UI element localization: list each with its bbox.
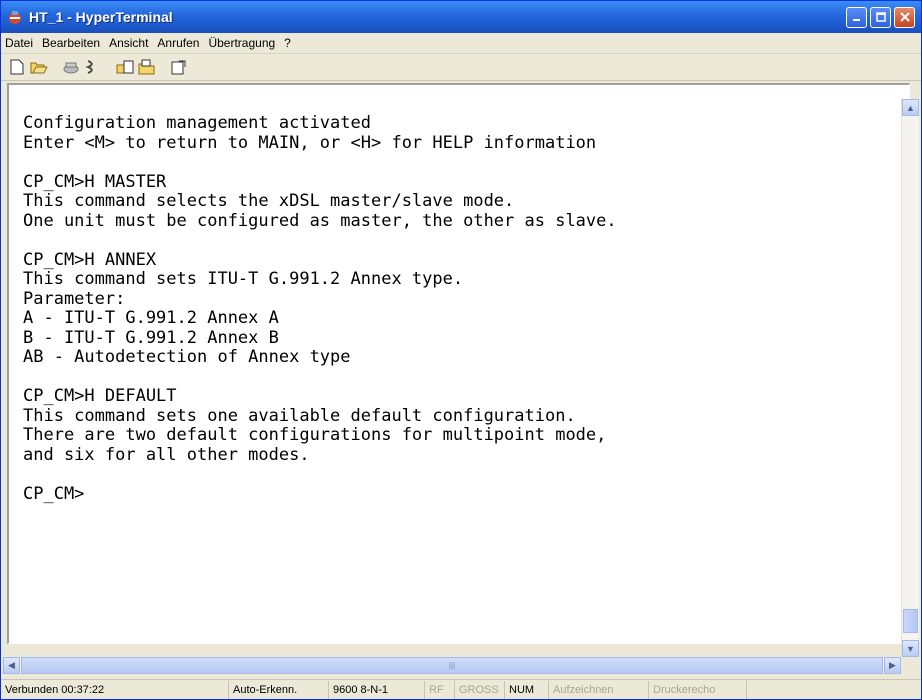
status-printecho: Druckerecho <box>649 681 747 699</box>
terminal-line: CP_CM>H MASTER <box>23 171 167 192</box>
status-bar: Verbunden 00:37:22 Auto-Erkenn. 9600 8-N… <box>1 679 921 700</box>
status-rf: RF <box>425 681 455 699</box>
status-num: NUM <box>505 681 549 699</box>
settings-icon[interactable] <box>169 57 189 77</box>
scroll-up-button[interactable]: ▲ <box>902 99 919 116</box>
open-icon[interactable] <box>29 57 49 77</box>
terminal-line: Parameter: <box>23 288 126 309</box>
window-title: HT_1 - HyperTerminal <box>29 9 173 25</box>
toolbar <box>1 54 921 81</box>
status-port: 9600 8-N-1 <box>329 681 425 699</box>
terminal-line: Enter <M> to return to MAIN, or <H> for … <box>23 132 597 153</box>
status-capture: Aufzeichnen <box>549 681 649 699</box>
menu-help[interactable]: ? <box>284 36 291 50</box>
terminal-line: There are two default configurations for… <box>23 425 607 445</box>
terminal-line: and six for all other modes. <box>23 444 310 465</box>
status-detect: Auto-Erkenn. <box>229 681 329 699</box>
terminal-line: AB - Autodetection of Annex type <box>23 347 351 367</box>
scroll-right-button[interactable]: ▶ <box>884 657 901 674</box>
vertical-scrollbar[interactable]: ▲ ▼ <box>901 99 919 657</box>
terminal-line: This command selects the xDSL master/sla… <box>23 191 515 211</box>
title-bar[interactable]: HT_1 - HyperTerminal <box>1 1 921 33</box>
scroll-down-button[interactable]: ▼ <box>902 640 919 657</box>
new-connection-icon[interactable] <box>7 57 27 77</box>
status-connected: Verbunden 00:37:22 <box>1 681 229 699</box>
terminal-line: This command sets one available default … <box>23 405 576 426</box>
properties-icon[interactable] <box>83 57 103 77</box>
menu-bearbeiten[interactable]: Bearbeiten <box>42 36 100 50</box>
terminal-screen[interactable]: Configuration management activated Enter … <box>23 113 893 634</box>
close-button[interactable] <box>894 6 915 28</box>
menu-bar: Datei Bearbeiten Ansicht Anrufen Übertra… <box>1 33 921 54</box>
menu-anrufen[interactable]: Anrufen <box>157 36 199 50</box>
menu-datei[interactable]: Datei <box>5 36 33 50</box>
menu-ansicht[interactable]: Ansicht <box>109 36 148 50</box>
terminal-line: A - ITU-T G.991.2 Annex A <box>23 308 279 328</box>
status-caps: GROSS <box>455 681 505 699</box>
terminal-line: This command sets ITU-T G.991.2 Annex ty… <box>23 269 464 289</box>
send-icon[interactable] <box>115 57 135 77</box>
terminal-line: CP_CM> <box>23 483 85 504</box>
terminal-line: Configuration management activated <box>23 113 371 133</box>
terminal-line: CP_CM>H ANNEX <box>23 249 157 270</box>
hyperterminal-window: HT_1 - HyperTerminal Datei Bearbeiten An… <box>0 0 922 700</box>
maximize-button[interactable] <box>870 6 891 28</box>
receive-icon[interactable] <box>137 57 157 77</box>
terminal-line: One unit must be configured as master, t… <box>23 210 617 231</box>
disconnect-icon[interactable] <box>61 57 81 77</box>
vertical-scroll-thumb[interactable] <box>903 609 918 633</box>
scroll-left-button[interactable]: ◀ <box>3 657 20 674</box>
terminal-text: Configuration management activated Enter … <box>23 113 893 504</box>
terminal-line: CP_CM>H DEFAULT <box>23 386 177 406</box>
minimize-button[interactable] <box>846 6 867 28</box>
horizontal-scrollbar[interactable]: ◀ ||| ▶ <box>3 657 901 674</box>
horizontal-scroll-thumb[interactable]: ||| <box>21 657 883 674</box>
menu-uebertragung[interactable]: Übertragung <box>208 36 275 50</box>
terminal-line: B - ITU-T G.991.2 Annex B <box>23 327 279 348</box>
hyperterminal-icon <box>7 9 23 25</box>
